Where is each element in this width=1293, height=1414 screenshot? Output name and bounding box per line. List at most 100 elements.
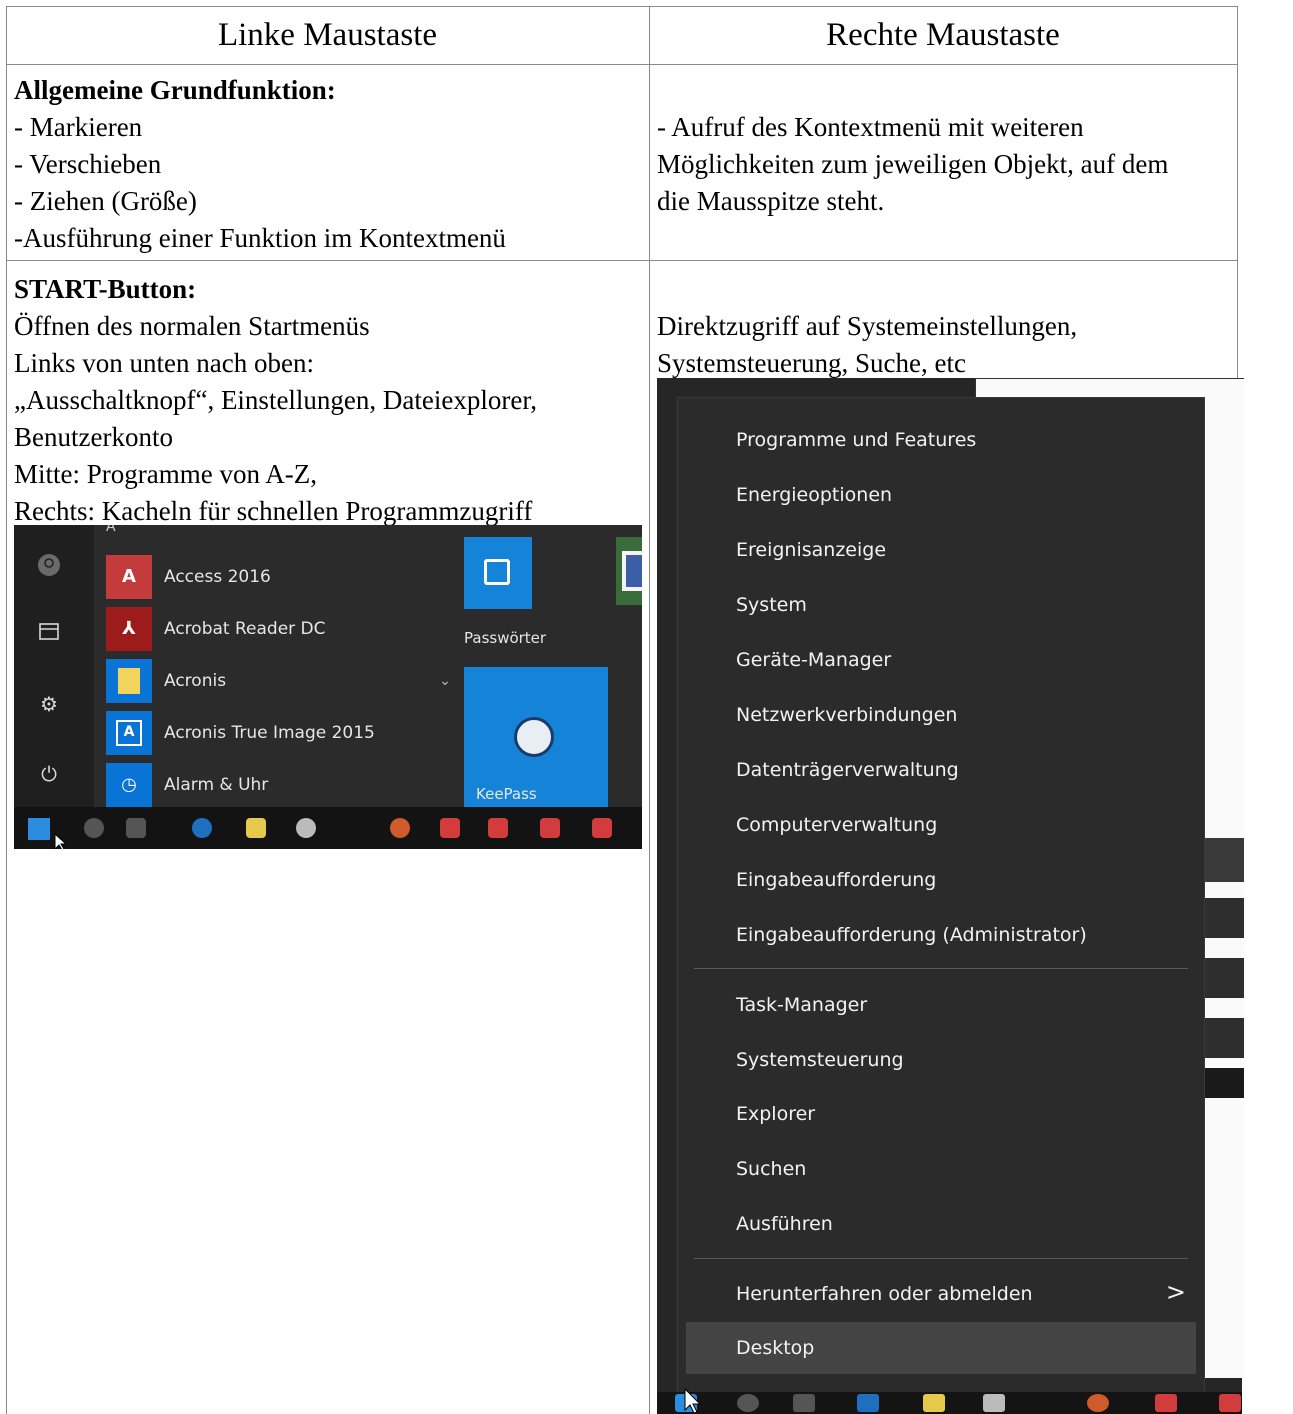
- table-border-row1: [6, 260, 1238, 261]
- acronis-icon: A: [106, 711, 152, 755]
- start-menu-rail: ⚙ ⏻: [14, 525, 94, 807]
- row2-left-line: Links von unten nach oben:: [14, 348, 314, 378]
- table-border-left: [6, 6, 7, 1414]
- taskbar-app-icon[interactable]: [126, 818, 146, 838]
- row2-left-line: Benutzerkonto: [14, 422, 173, 452]
- taskbar-app-icon[interactable]: [246, 818, 266, 838]
- power-icon[interactable]: ⏻: [36, 761, 62, 787]
- menu-item-disk-management[interactable]: Datenträgerverwaltung: [736, 750, 959, 790]
- menu-item-shutdown-signout[interactable]: Herunterfahren oder abmelden: [736, 1274, 1033, 1314]
- row1-left-line: - Markieren: [14, 112, 143, 142]
- mouse-cursor-icon: [54, 833, 68, 849]
- access-icon: A: [106, 555, 152, 599]
- app-name: Access 2016: [164, 567, 271, 587]
- taskbar-app-icon[interactable]: [540, 818, 560, 838]
- app-list-item[interactable]: A Acronis True Image 2015: [106, 711, 451, 755]
- row1-left-line: - Ziehen (Größe): [14, 186, 197, 216]
- menu-item-run[interactable]: Ausführen: [736, 1204, 833, 1244]
- taskbar-app-icon[interactable]: [84, 818, 104, 838]
- alarm-clock-icon: ◷: [106, 763, 152, 807]
- menu-item-search[interactable]: Suchen: [736, 1149, 806, 1189]
- app-list-item[interactable]: A Access 2016: [106, 555, 451, 599]
- mouse-cursor-icon: [684, 1388, 702, 1414]
- menu-item-explorer[interactable]: Explorer: [736, 1094, 815, 1134]
- chevron-down-icon[interactable]: ⌄: [439, 659, 451, 703]
- folder-icon: [106, 659, 152, 703]
- taskbar-app-icon[interactable]: [1087, 1394, 1109, 1412]
- menu-item-power-options[interactable]: Energieoptionen: [736, 475, 892, 515]
- row2-left-line: „Ausschaltknopf“, Einstellungen, Dateiex…: [14, 385, 538, 415]
- menu-separator: [694, 968, 1188, 969]
- row2-right-line: Systemsteuerung, Suche, etc: [657, 348, 966, 378]
- taskbar-app-icon[interactable]: [1219, 1394, 1241, 1412]
- user-account-icon[interactable]: [36, 553, 62, 579]
- start-menu-screenshot: ⚙ ⏻ A A Access 2016 ⅄ Acrobat Reader DC …: [14, 525, 642, 849]
- taskbar-app-icon[interactable]: [737, 1394, 759, 1412]
- menu-item-control-panel[interactable]: Systemsteuerung: [736, 1040, 904, 1080]
- taskbar-app-icon[interactable]: [390, 818, 410, 838]
- row1-right-line: - Aufruf des Kontextmenü mit weiteren: [657, 112, 1084, 142]
- solitaire-tile[interactable]: [616, 537, 642, 605]
- table-border-top: [6, 6, 1238, 7]
- menu-item-task-manager[interactable]: Task-Manager: [736, 985, 867, 1025]
- row2-left-cell: START-Button: Öffnen des normalen Startm…: [14, 271, 537, 530]
- table-border-header: [6, 64, 1238, 65]
- menu-item-computer-management[interactable]: Computerverwaltung: [736, 805, 937, 845]
- taskbar-app-icon[interactable]: [983, 1394, 1005, 1412]
- winx-context-menu: Programme und Features Energieoptionen E…: [678, 398, 1204, 1392]
- menu-item-device-manager[interactable]: Geräte-Manager: [736, 640, 891, 680]
- chevron-right-icon[interactable]: >: [1166, 1278, 1186, 1306]
- tile-label-keepass: KeePass: [476, 785, 537, 803]
- row2-right-line: Direktzugriff auf Systemeinstellungen,: [657, 311, 1078, 341]
- taskbar-app-icon[interactable]: [592, 818, 612, 838]
- table-border-right: [1237, 6, 1238, 378]
- app-list-item[interactable]: Acronis ⌄: [106, 659, 451, 703]
- app-list-item[interactable]: ◷ Alarm & Uhr: [106, 763, 451, 807]
- app-list-item[interactable]: ⅄ Acrobat Reader DC: [106, 607, 451, 651]
- taskbar-app-icon[interactable]: [488, 818, 508, 838]
- app-name: Acronis: [164, 671, 227, 691]
- menu-item-command-prompt[interactable]: Eingabeaufforderung: [736, 860, 936, 900]
- taskbar-app-icon[interactable]: [296, 818, 316, 838]
- store-tile[interactable]: [464, 537, 532, 609]
- taskbar-app-icon[interactable]: [793, 1394, 815, 1412]
- menu-separator: [694, 1258, 1188, 1259]
- taskbar-app-icon[interactable]: [440, 818, 460, 838]
- windows-start-icon[interactable]: [28, 818, 50, 840]
- app-list-letter: A: [106, 525, 116, 535]
- store-bag-icon: [484, 559, 510, 585]
- keepass-lock-icon: [514, 717, 554, 757]
- row1-left-line: -Ausführung einer Funktion im Kontextmen…: [14, 223, 506, 253]
- tile-label-passwords: Passwörter: [464, 629, 547, 647]
- row1-right-line: Möglichkeiten zum jeweiligen Objekt, auf…: [657, 149, 1169, 179]
- menu-item-desktop[interactable]: Desktop: [736, 1328, 814, 1368]
- menu-item-network-connections[interactable]: Netzwerkverbindungen: [736, 695, 957, 735]
- row2-right-cell: Direktzugriff auf Systemeinstellungen, S…: [657, 308, 1077, 382]
- settings-gear-icon[interactable]: ⚙: [36, 691, 62, 717]
- header-left-mouse-button: Linke Maustaste: [217, 17, 438, 53]
- app-name: Acrobat Reader DC: [164, 619, 326, 639]
- taskbar-app-icon[interactable]: [857, 1394, 879, 1412]
- file-explorer-icon[interactable]: [36, 621, 62, 647]
- keepass-tile[interactable]: KeePass: [464, 667, 608, 807]
- row1-left-cell: Allgemeine Grundfunktion: - Markieren - …: [14, 72, 506, 257]
- taskbar-app-icon[interactable]: [1155, 1394, 1177, 1412]
- taskbar-app-icon[interactable]: [923, 1394, 945, 1412]
- app-name: Acronis True Image 2015: [164, 723, 375, 743]
- menu-item-system[interactable]: System: [736, 585, 807, 625]
- taskbar: [657, 1392, 1242, 1414]
- acrobat-icon: ⅄: [106, 607, 152, 651]
- row2-left-line: Mitte: Programme von A-Z,: [14, 459, 317, 489]
- row1-left-line: - Verschieben: [14, 149, 162, 179]
- row1-right-line: die Mausspitze steht.: [657, 186, 885, 216]
- header-right-mouse-button: Rechte Maustaste: [826, 17, 1060, 53]
- taskbar: [14, 807, 642, 849]
- menu-item-command-prompt-admin[interactable]: Eingabeaufforderung (Administrator): [736, 915, 1087, 955]
- taskbar-app-icon[interactable]: [192, 818, 212, 838]
- row1-left-title: Allgemeine Grundfunktion:: [14, 75, 336, 105]
- row2-left-title: START-Button:: [14, 274, 197, 304]
- menu-item-event-viewer[interactable]: Ereignisanzeige: [736, 530, 886, 570]
- menu-item-programs-features[interactable]: Programme und Features: [736, 420, 976, 460]
- row2-left-line: Öffnen des normalen Startmenüs: [14, 311, 370, 341]
- app-name: Alarm & Uhr: [164, 775, 269, 795]
